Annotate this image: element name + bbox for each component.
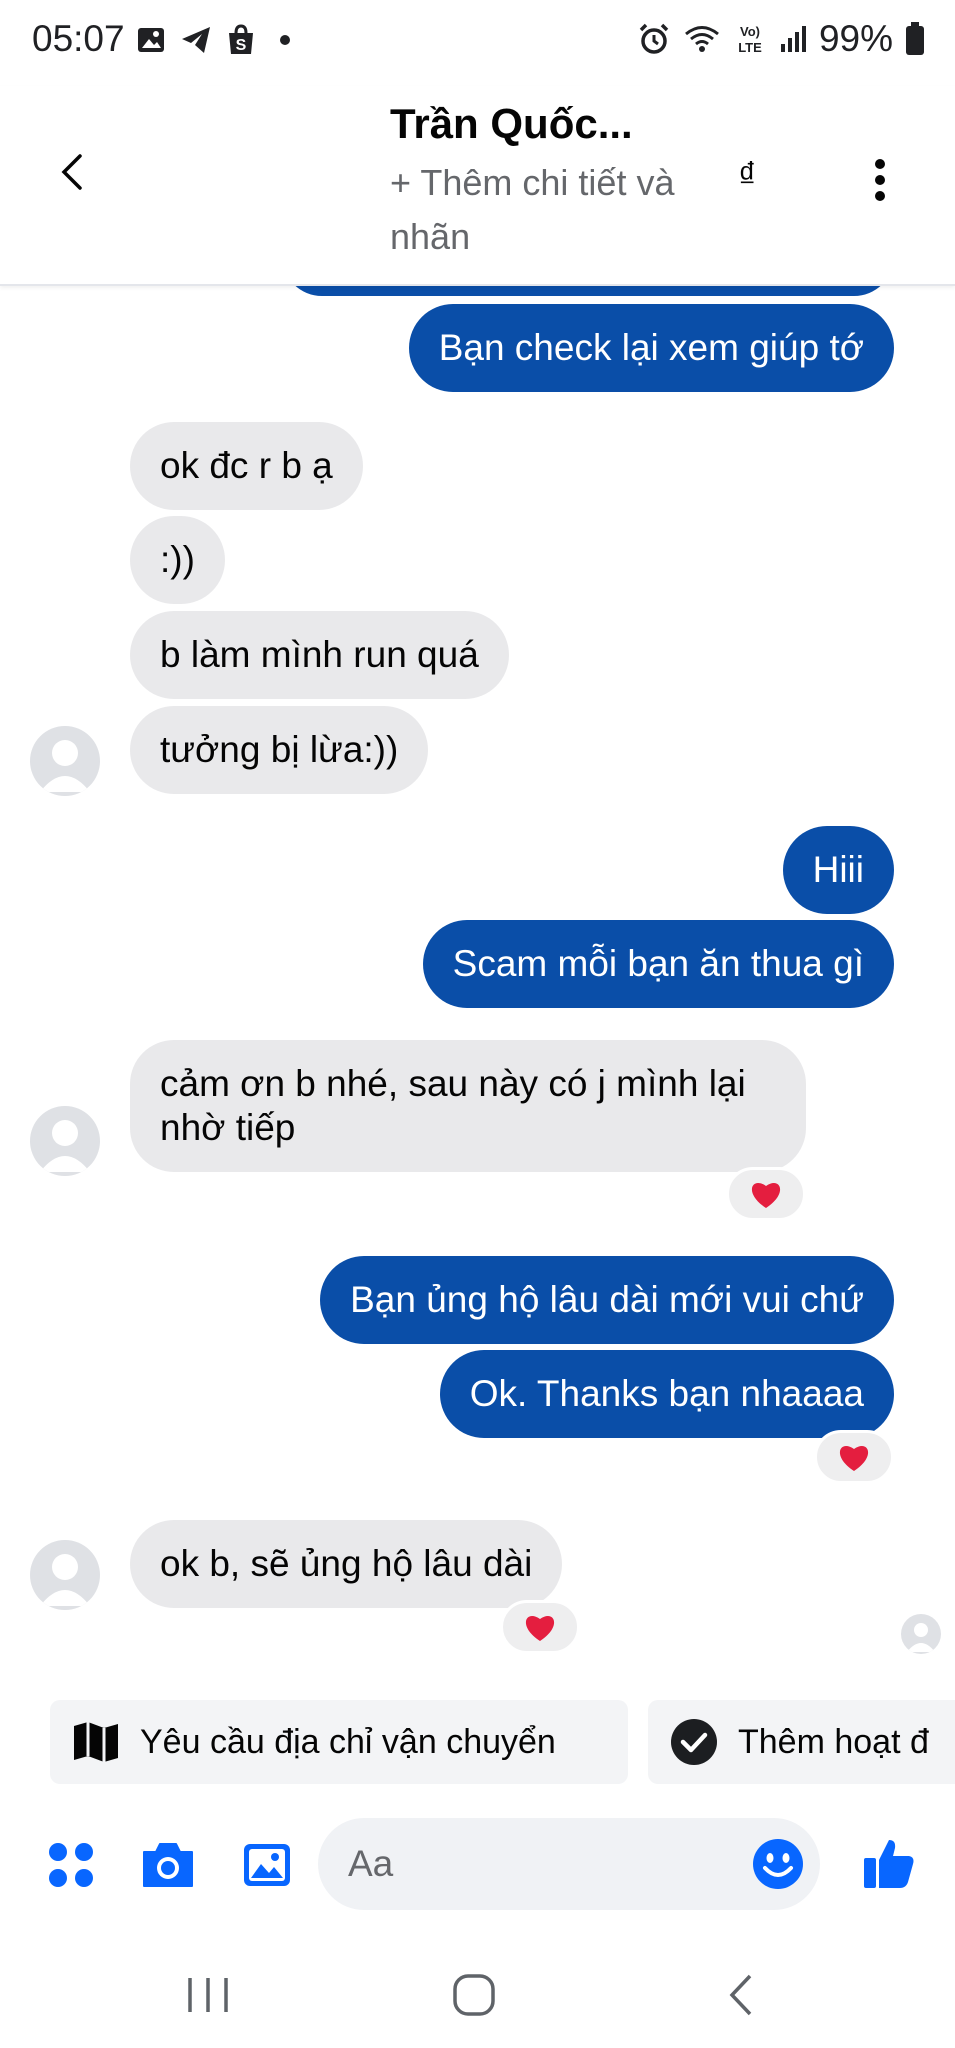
back-button[interactable] bbox=[52, 150, 96, 194]
message-bubble-incoming[interactable]: ok b, sẽ ủng hộ lâu dài bbox=[130, 1520, 563, 1608]
alarm-icon bbox=[639, 23, 669, 54]
message-bubble-incoming[interactable]: cảm ơn b nhé, sau này có j mình lại nhờ … bbox=[130, 1040, 806, 1172]
status-left-icons: S bbox=[136, 24, 300, 56]
seen-receipt-avatar bbox=[901, 1614, 941, 1654]
svg-text:S: S bbox=[236, 37, 247, 54]
add-details-link[interactable]: + Thêm chi tiết và nhãn bbox=[390, 156, 680, 264]
heart-reaction[interactable] bbox=[814, 1430, 894, 1484]
system-back-button[interactable] bbox=[714, 1970, 774, 2020]
emoji-icon[interactable] bbox=[752, 1838, 804, 1890]
status-time: 05:07 bbox=[32, 18, 125, 59]
heart-reaction[interactable] bbox=[500, 1600, 580, 1654]
contact-name[interactable]: Trần Quốc... bbox=[390, 100, 633, 148]
message-composer bbox=[0, 1818, 955, 1910]
message-bubble-outgoing[interactable]: Scam mỗi bạn ăn thua gì bbox=[422, 920, 894, 1008]
heart-icon bbox=[525, 1616, 555, 1641]
more-options-icon[interactable] bbox=[870, 158, 890, 202]
default-avatar-icon bbox=[907, 1623, 935, 1652]
battery-icon bbox=[906, 22, 924, 55]
request-shipping-address-chip[interactable]: Yêu cầu địa chỉ vận chuyển bbox=[50, 1700, 628, 1784]
map-icon bbox=[74, 1722, 118, 1762]
message-input[interactable] bbox=[318, 1818, 820, 1910]
battery-percent: 99% bbox=[818, 18, 893, 59]
message-bubble-outgoing[interactable]: Bạn check lại xem giúp tớ bbox=[408, 304, 894, 392]
wifi-icon bbox=[684, 26, 719, 52]
add-activity-chip[interactable]: Thêm hoạt đ bbox=[648, 1700, 955, 1784]
home-button[interactable] bbox=[444, 1970, 504, 2020]
gallery-icon[interactable] bbox=[242, 1840, 292, 1890]
message-bubble-incoming[interactable]: :)) bbox=[130, 516, 225, 604]
camera-icon[interactable] bbox=[140, 1840, 196, 1890]
chip-label: Thêm hoạt đ bbox=[738, 1722, 929, 1761]
conversation-header: Trần Quốc... + Thêm chi tiết và nhãn ₫ bbox=[0, 86, 955, 286]
heart-icon bbox=[839, 1446, 869, 1471]
message-bubble-incoming[interactable]: ok đc r b ạ bbox=[130, 422, 363, 510]
volte-label-top: Vo) bbox=[740, 24, 760, 39]
quick-actions-row: Yêu cầu địa chỉ vận chuyển Thêm hoạt đ bbox=[0, 1700, 955, 1784]
currency-icon[interactable]: ₫ bbox=[738, 154, 756, 196]
shopee-icon: S bbox=[229, 24, 253, 54]
apps-icon[interactable] bbox=[46, 1840, 96, 1890]
volte-label-bottom: LTE bbox=[738, 40, 762, 55]
contact-avatar[interactable] bbox=[30, 1540, 100, 1610]
contact-avatar[interactable] bbox=[30, 1106, 100, 1176]
chip-label: Yêu cầu địa chỉ vận chuyển bbox=[140, 1722, 556, 1761]
signal-icon bbox=[780, 26, 806, 52]
status-bar: 05:07 S Vo) LTE 99% bbox=[0, 0, 955, 86]
default-avatar-icon bbox=[40, 1120, 90, 1172]
contact-avatar[interactable] bbox=[30, 726, 100, 796]
telegram-icon bbox=[182, 27, 210, 53]
status-right: Vo) LTE 99% bbox=[637, 18, 925, 60]
heart-reaction[interactable] bbox=[726, 1167, 806, 1221]
message-bubble-partial bbox=[282, 286, 894, 296]
message-bubble-outgoing[interactable]: Bạn ủng hộ lâu dài mới vui chứ bbox=[320, 1256, 894, 1344]
recent-apps-button[interactable] bbox=[178, 1970, 238, 2020]
default-avatar-icon bbox=[40, 740, 90, 792]
system-nav-bar bbox=[0, 1940, 955, 2048]
message-bubble-outgoing[interactable]: Ok. Thanks bạn nhaaaa bbox=[439, 1350, 894, 1438]
dot-icon bbox=[280, 35, 290, 45]
message-bubble-outgoing[interactable]: Hiii bbox=[782, 826, 894, 914]
message-bubble-incoming[interactable]: tưởng bị lừa:)) bbox=[130, 706, 429, 794]
like-icon[interactable] bbox=[862, 1836, 916, 1890]
message-list[interactable]: Bạn check lại xem giúp tớ ok đc r b ạ :)… bbox=[0, 286, 955, 1676]
message-bubble-incoming[interactable]: b làm mình run quá bbox=[130, 611, 509, 699]
default-avatar-icon bbox=[40, 1554, 90, 1606]
heart-icon bbox=[751, 1183, 781, 1208]
volte-icon: Vo)LTE bbox=[738, 24, 762, 55]
check-circle-icon bbox=[671, 1719, 717, 1765]
image-icon bbox=[138, 28, 164, 52]
